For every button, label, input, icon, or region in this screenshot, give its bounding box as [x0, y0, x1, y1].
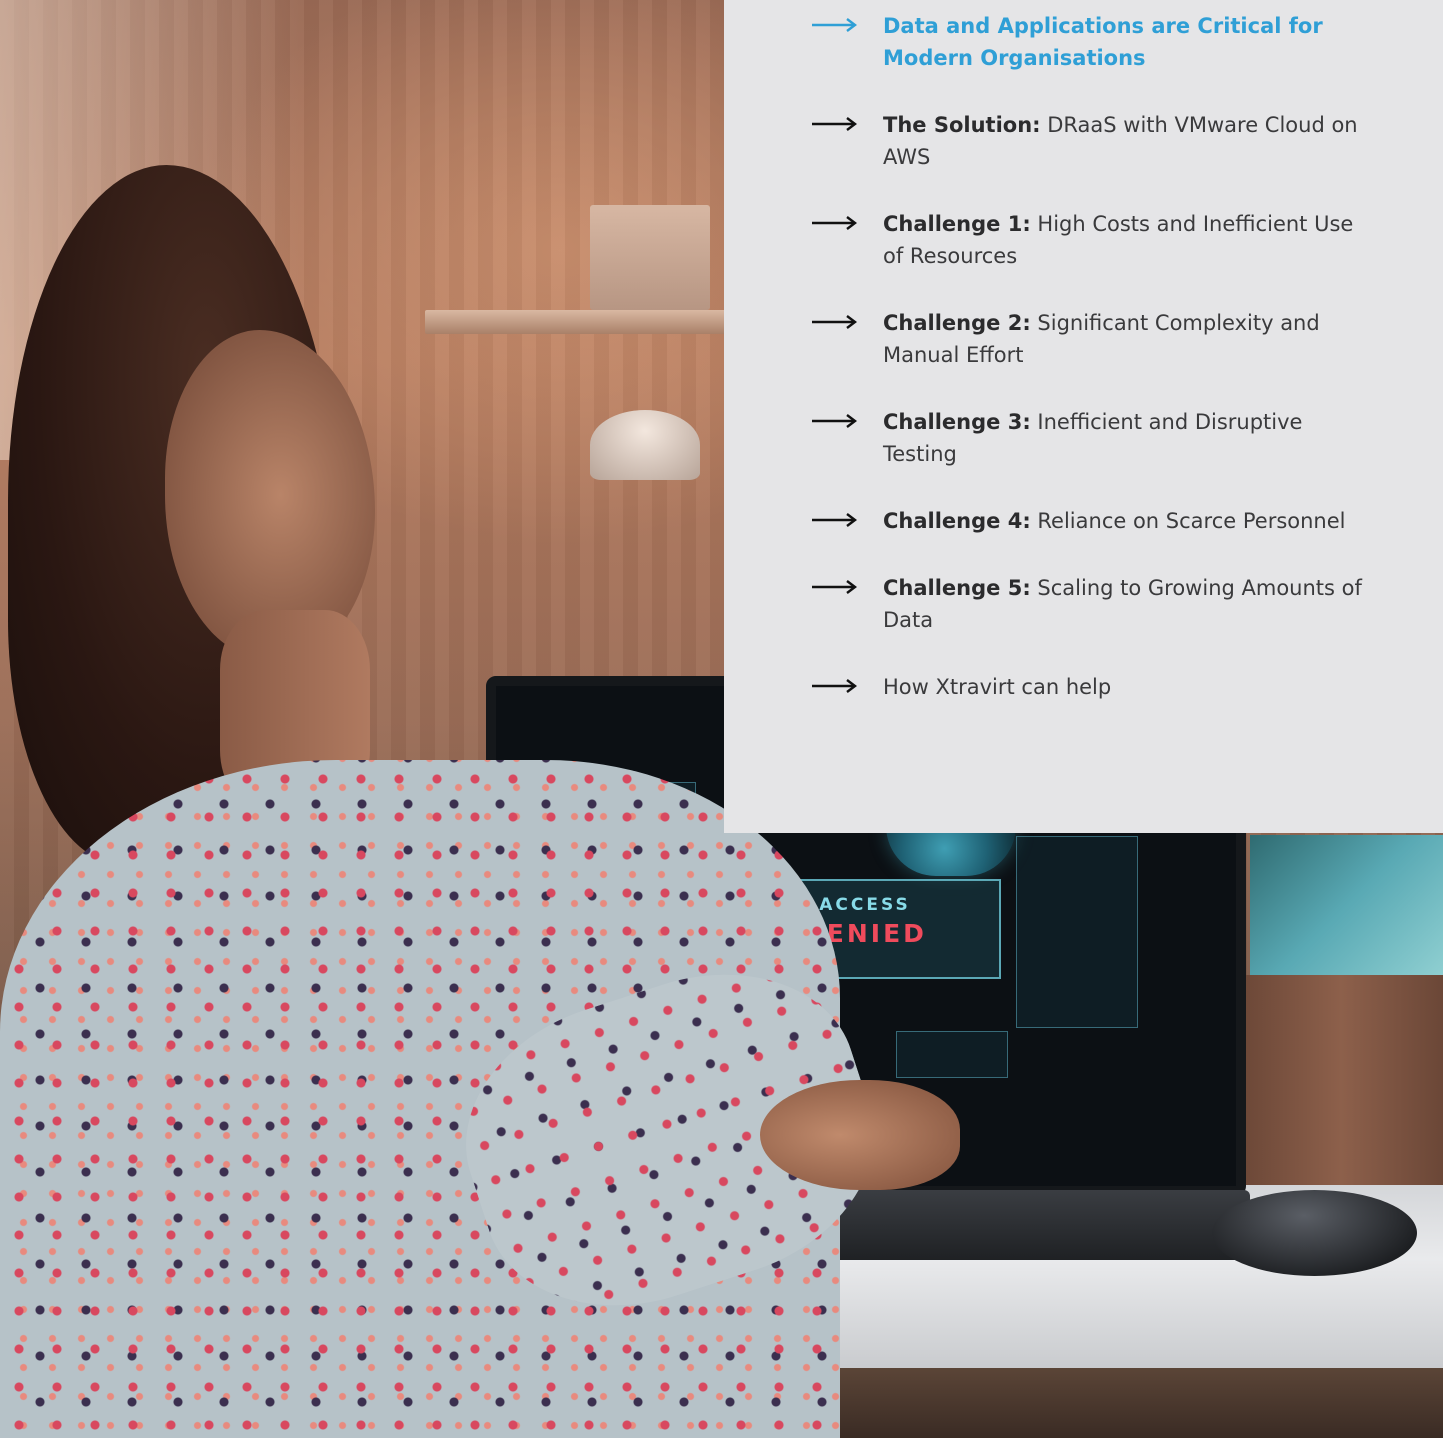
- toc-item-label: Challenge 3:: [883, 410, 1031, 434]
- toc-item-challenge-2[interactable]: Challenge 2: Significant Complexity and …: [812, 307, 1412, 371]
- screen-panel-right: [1016, 836, 1138, 1028]
- lamp: [590, 410, 700, 480]
- toc-item-challenge-5[interactable]: Challenge 5: Scaling to Growing Amounts …: [812, 572, 1412, 636]
- computer-mouse: [1212, 1190, 1417, 1276]
- toc-item-text: Challenge 3: Inefficient and Disruptive …: [883, 406, 1363, 470]
- toc-item-label: Challenge 4:: [883, 509, 1031, 533]
- toc-list: Data and Applications are Critical for M…: [812, 10, 1412, 738]
- toc-item-text: Data and Applications are Critical for M…: [883, 10, 1363, 74]
- toc-item-challenge-3[interactable]: Challenge 3: Inefficient and Disruptive …: [812, 406, 1412, 470]
- arrow-right-icon: [812, 505, 866, 535]
- shelf-object: [590, 205, 710, 310]
- arrow-right-icon: [812, 208, 866, 238]
- toc-item-text: Challenge 1: High Costs and Inefficient …: [883, 208, 1363, 272]
- toc-item-title: Data and Applications are Critical for M…: [883, 14, 1323, 70]
- toc-item-label: The Solution:: [883, 113, 1041, 137]
- toc-item-critical-data[interactable]: Data and Applications are Critical for M…: [812, 10, 1412, 74]
- arrow-right-icon: [812, 572, 866, 602]
- toc-item-xtravirt-help[interactable]: How Xtravirt can help: [812, 671, 1412, 703]
- toc-item-label: Challenge 1:: [883, 212, 1031, 236]
- arrow-right-icon: [812, 10, 866, 40]
- person-hand: [760, 1080, 960, 1190]
- toc-item-text: How Xtravirt can help: [883, 671, 1363, 703]
- arrow-right-icon: [812, 406, 866, 436]
- background-window: [1250, 835, 1443, 975]
- toc-item-challenge-4[interactable]: Challenge 4: Reliance on Scarce Personne…: [812, 505, 1412, 537]
- arrow-right-icon: [812, 671, 866, 701]
- wall-shelf: [425, 310, 755, 334]
- arrow-right-icon: [812, 307, 866, 337]
- toc-item-text: Challenge 4: Reliance on Scarce Personne…: [883, 505, 1363, 537]
- toc-item-label: Challenge 5:: [883, 576, 1031, 600]
- table-of-contents: Data and Applications are Critical for M…: [724, 0, 1443, 833]
- toc-item-label: Challenge 2:: [883, 311, 1031, 335]
- screen-panel-bottom: [896, 1031, 1008, 1078]
- toc-item-title: Reliance on Scarce Personnel: [1037, 509, 1346, 533]
- toc-item-solution[interactable]: The Solution: DRaaS with VMware Cloud on…: [812, 109, 1412, 173]
- toc-item-text: Challenge 5: Scaling to Growing Amounts …: [883, 572, 1363, 636]
- screen-globe-right: [886, 826, 1016, 876]
- toc-item-challenge-1[interactable]: Challenge 1: High Costs and Inefficient …: [812, 208, 1412, 272]
- toc-item-text: Challenge 2: Significant Complexity and …: [883, 307, 1363, 371]
- arrow-right-icon: [812, 109, 866, 139]
- toc-item-text: The Solution: DRaaS with VMware Cloud on…: [883, 109, 1363, 173]
- toc-item-title: How Xtravirt can help: [883, 675, 1112, 699]
- kitchen-cabinet: [1240, 975, 1443, 1185]
